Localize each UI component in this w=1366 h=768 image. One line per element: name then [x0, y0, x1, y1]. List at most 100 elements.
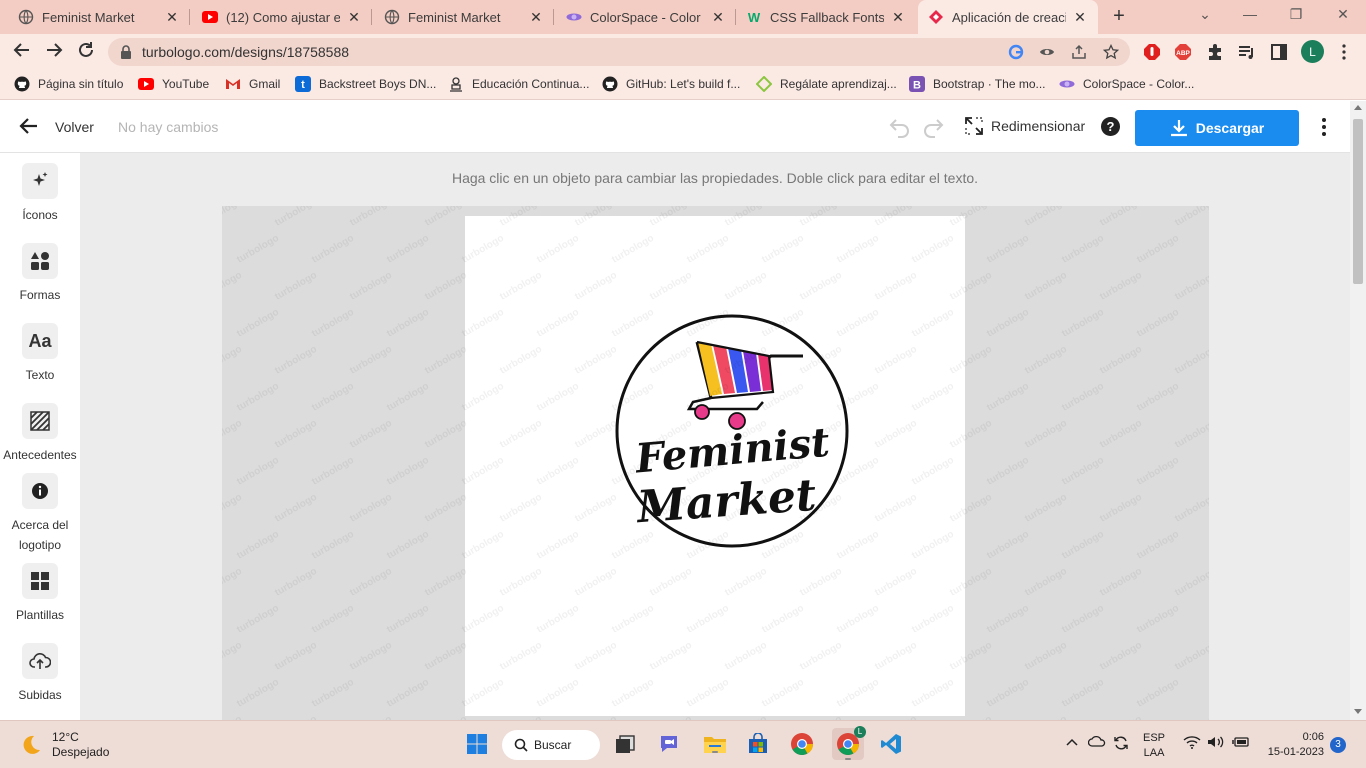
eye-icon[interactable]	[1039, 44, 1055, 60]
close-tab-icon[interactable]: ✕	[710, 9, 726, 26]
bookmark-item[interactable]: ColorSpace - Color...	[1059, 76, 1194, 92]
system-clock[interactable]: 0:06 15-01-2023	[1262, 730, 1324, 760]
github-icon	[602, 76, 618, 92]
bookmark-item[interactable]: Gmail	[225, 76, 280, 92]
resize-button[interactable]: Redimensionar	[965, 117, 1085, 135]
search-label: Buscar	[534, 738, 572, 752]
windows-start-icon[interactable]	[464, 731, 490, 757]
sidebar-item-uploads[interactable]: Subidas	[0, 643, 80, 705]
input-language[interactable]: ESP LAA	[1143, 731, 1165, 761]
notifications-badge[interactable]: 3	[1330, 737, 1346, 753]
back-arrow-icon[interactable]	[18, 115, 40, 137]
scroll-up-icon[interactable]	[1354, 105, 1362, 110]
abp-icon[interactable]: ABP	[1173, 42, 1193, 62]
close-tab-icon[interactable]: ✕	[528, 9, 544, 26]
clock-date: 15-01-2023	[1267, 746, 1324, 758]
browser-tab-strip: Feminist Market ✕ (12) Como ajustar el f…	[0, 0, 1366, 34]
star-icon[interactable]	[1103, 44, 1119, 60]
bookmark-item[interactable]: YouTube	[138, 76, 209, 92]
address-bar[interactable]: turbologo.com/designs/18758588	[108, 38, 1130, 66]
bookmark-item[interactable]: t Backstreet Boys DN...	[295, 76, 436, 92]
bookmarks-bar: Página sin título YouTube Gmail t Backst…	[0, 70, 1366, 100]
adblock-red-icon[interactable]	[1142, 42, 1162, 62]
close-tab-icon[interactable]: ✕	[890, 9, 906, 26]
browser-tab[interactable]: (12) Como ajustar el fo ✕	[190, 0, 372, 34]
download-button[interactable]: Descargar	[1135, 110, 1299, 146]
weather-widget[interactable]: 12°C Despejado	[20, 730, 109, 760]
colorspace-icon	[1059, 76, 1075, 92]
sidebar-item-icons[interactable]: Íconos	[0, 163, 80, 225]
more-options-icon[interactable]	[1316, 117, 1332, 137]
page-scrollbar[interactable]	[1350, 101, 1366, 720]
sidebar-item-text[interactable]: Aa Texto	[0, 323, 80, 385]
browser-tab[interactable]: Feminist Market ✕	[0, 0, 190, 34]
download-label: Descargar	[1195, 120, 1265, 136]
sync-icon[interactable]	[1113, 735, 1129, 754]
volume-icon[interactable]	[1207, 735, 1225, 752]
upload-icon	[22, 643, 58, 679]
forward-button[interactable]	[43, 41, 65, 63]
sidebar-item-templates[interactable]: Plantillas	[0, 563, 80, 625]
scroll-thumb[interactable]	[1353, 119, 1363, 284]
back-button[interactable]	[11, 41, 33, 63]
taskbar-search[interactable]: Buscar	[502, 730, 600, 760]
scroll-down-icon[interactable]	[1354, 709, 1362, 714]
extensions-puzzle-icon[interactable]	[1205, 42, 1225, 62]
vscode-icon[interactable]	[878, 731, 904, 757]
bootstrap-icon: B	[909, 76, 925, 92]
logo-artboard[interactable]: Feminist Market	[465, 216, 965, 716]
bookmark-item[interactable]: B Bootstrap · The mo...	[909, 76, 1046, 92]
sidebar-item-about-logo[interactable]: Acerca del logotipo	[0, 473, 80, 555]
redo-icon[interactable]	[921, 115, 945, 139]
minimize-button[interactable]: —	[1240, 6, 1260, 22]
reload-button[interactable]	[75, 41, 97, 63]
new-tab-button[interactable]: +	[1108, 6, 1130, 28]
chrome-menu-icon[interactable]	[1334, 42, 1354, 62]
microsoft-store-icon[interactable]	[745, 731, 771, 757]
youtube-icon	[138, 76, 154, 92]
teams-chat-icon[interactable]	[656, 731, 682, 757]
tab-title: (12) Como ajustar el fo	[226, 9, 340, 25]
bookmark-item[interactable]: Página sin título	[14, 76, 123, 92]
undo-icon[interactable]	[888, 115, 912, 139]
bookmark-item[interactable]: Regálate aprendizaj...	[756, 76, 897, 92]
battery-icon[interactable]	[1232, 735, 1250, 752]
close-tab-icon[interactable]: ✕	[346, 9, 362, 26]
close-tab-icon[interactable]: ✕	[164, 9, 180, 26]
arrow-left-icon	[13, 43, 29, 57]
browser-toolbar: turbologo.com/designs/18758588 ABP L	[0, 34, 1366, 70]
weather-condition: Despejado	[52, 745, 110, 759]
help-icon[interactable]: ?	[1101, 117, 1120, 136]
chrome-profile-taskbar-icon[interactable]: L	[832, 726, 866, 760]
google-icon[interactable]	[1008, 44, 1024, 60]
media-queue-icon[interactable]	[1237, 42, 1257, 62]
youtube-icon	[202, 9, 218, 25]
browser-tab-active[interactable]: Aplicación de creación ✕	[918, 0, 1098, 34]
feminist-market-logo[interactable]: Feminist Market	[465, 216, 965, 716]
back-link[interactable]: Volver	[55, 119, 94, 135]
browser-tab[interactable]: W CSS Fallback Fonts ✕	[736, 0, 916, 34]
file-explorer-icon[interactable]	[702, 731, 728, 757]
close-tab-icon[interactable]: ✕	[1072, 9, 1088, 26]
share-icon[interactable]	[1071, 44, 1087, 60]
task-view-icon[interactable]	[612, 731, 638, 757]
sidebar-item-shapes[interactable]: Formas	[0, 243, 80, 305]
tab-search-icon[interactable]: ⌄	[1195, 6, 1215, 23]
tools-sidebar: Íconos Formas Aa Texto Antecedentes Acer…	[0, 153, 80, 720]
browser-tab[interactable]: ColorSpace - Color Pa ✕	[554, 0, 736, 34]
restore-button[interactable]: ❐	[1286, 6, 1306, 23]
profile-avatar[interactable]: L	[1301, 40, 1324, 63]
browser-tab[interactable]: Feminist Market ✕	[372, 0, 554, 34]
tray-chevron-icon[interactable]	[1066, 735, 1078, 749]
bookmark-item[interactable]: Educación Continua...	[448, 76, 589, 92]
side-panel-icon[interactable]	[1269, 42, 1289, 62]
weather-temperature: 12°C	[52, 730, 79, 744]
bookmark-item[interactable]: GitHub: Let's build f...	[602, 76, 740, 92]
wifi-icon[interactable]	[1183, 735, 1201, 752]
chrome-icon[interactable]	[789, 731, 815, 757]
close-window-button[interactable]: ✕	[1333, 6, 1353, 23]
sidebar-item-backgrounds[interactable]: Antecedentes	[0, 403, 80, 465]
sparkle-icon	[22, 163, 58, 199]
onedrive-icon[interactable]	[1087, 735, 1106, 750]
windows-taskbar: 12°C Despejado Buscar L ESP LAA 0:06 15-…	[0, 720, 1366, 768]
